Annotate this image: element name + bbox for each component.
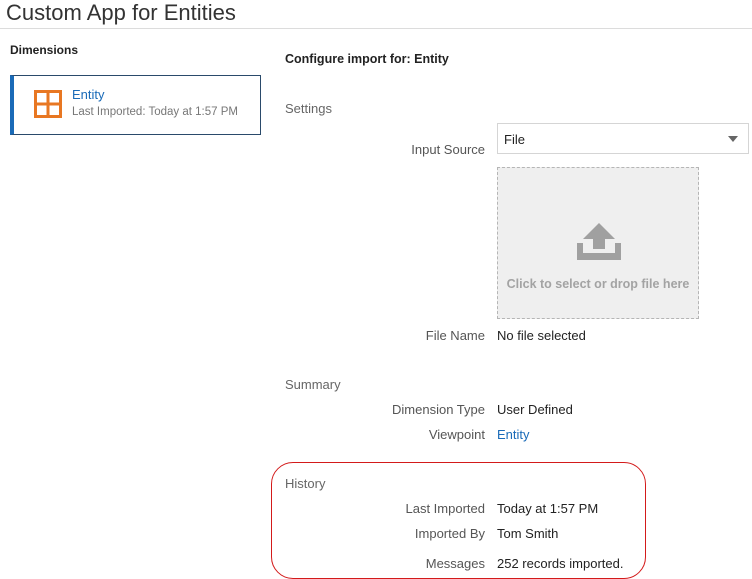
input-source-select[interactable]: File xyxy=(497,123,749,154)
last-imported-value: Today at 1:57 PM xyxy=(497,501,599,516)
messages-value: 252 records imported. xyxy=(497,556,624,571)
viewpoint-link[interactable]: Entity xyxy=(497,427,530,442)
title-divider xyxy=(0,28,752,29)
dimension-type-value: User Defined xyxy=(497,402,573,417)
viewpoint-label: Viewpoint xyxy=(428,427,485,442)
dimensions-heading: Dimensions xyxy=(10,43,79,57)
dimension-type-label: Dimension Type xyxy=(392,402,485,417)
grid-icon xyxy=(34,90,62,118)
file-drop-zone[interactable]: Click to select or drop file here xyxy=(497,167,699,319)
input-source-value: File xyxy=(504,132,525,147)
file-name-label: File Name xyxy=(425,328,485,343)
dimension-item-entity[interactable]: Entity Last Imported: Today at 1:57 PM xyxy=(10,75,261,135)
configure-title: Configure import for: Entity xyxy=(285,52,449,66)
dimension-name: Entity xyxy=(72,87,105,102)
imported-by-value: Tom Smith xyxy=(497,526,559,541)
drop-zone-text: Click to select or drop file here xyxy=(506,277,690,291)
messages-label: Messages xyxy=(425,556,485,571)
imported-by-label: Imported By xyxy=(414,526,485,541)
file-name-value: No file selected xyxy=(497,328,586,343)
settings-section-label: Settings xyxy=(285,101,332,116)
chevron-down-icon xyxy=(728,136,738,142)
last-imported-label: Last Imported xyxy=(405,501,486,516)
input-source-label: Input Source xyxy=(411,142,485,157)
dimension-last-imported: Last Imported: Today at 1:57 PM xyxy=(72,106,238,118)
upload-icon xyxy=(577,223,621,260)
summary-section-label: Summary xyxy=(285,377,341,392)
history-section-label: History xyxy=(285,476,326,491)
page-title: Custom App for Entities xyxy=(6,0,236,25)
